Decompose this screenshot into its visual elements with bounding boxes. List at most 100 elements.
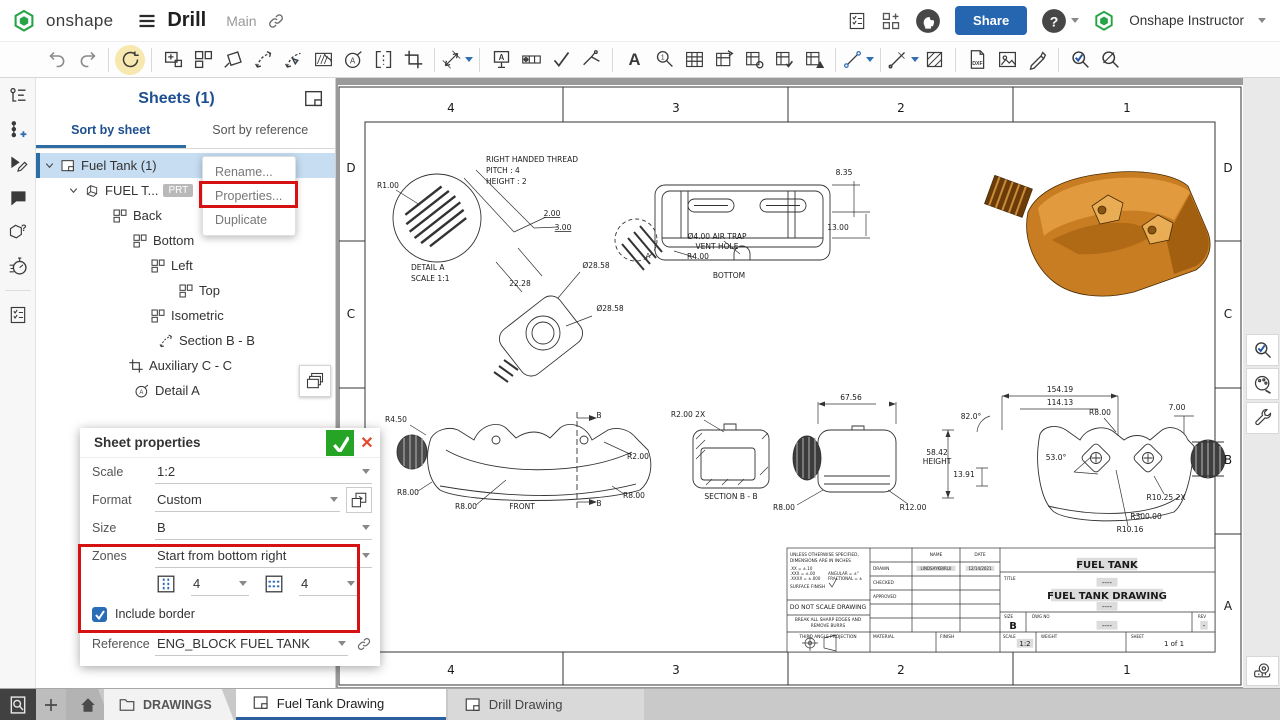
format-select[interactable]: Custom bbox=[155, 488, 340, 512]
add-sheet-icon[interactable] bbox=[303, 88, 325, 110]
dimension-tool-button[interactable] bbox=[441, 45, 473, 75]
cut-list-table-tool-button[interactable] bbox=[799, 45, 829, 75]
versions-and-history-button[interactable] bbox=[8, 120, 28, 140]
hatch-fill-tool-button[interactable] bbox=[919, 45, 949, 75]
zone-columns-icon bbox=[155, 573, 177, 595]
copy-format-button[interactable] bbox=[346, 487, 372, 513]
cancel-button[interactable]: ✕ bbox=[354, 430, 380, 456]
detail-view-tool-button[interactable] bbox=[338, 45, 368, 75]
reference-select[interactable]: ENG_BLOCK FUEL TANK bbox=[155, 632, 348, 656]
projected-view-tool-button[interactable] bbox=[188, 45, 218, 75]
measure-button[interactable] bbox=[1246, 656, 1279, 686]
comments-button[interactable] bbox=[8, 188, 28, 208]
tab-sort-by-reference[interactable]: Sort by reference bbox=[186, 116, 336, 148]
chevron-down-icon bbox=[362, 553, 370, 558]
table-tool-button[interactable] bbox=[679, 45, 709, 75]
collapse-panel-button[interactable] bbox=[299, 365, 331, 397]
sheet-text: 13.00 bbox=[827, 223, 849, 232]
appearance-button[interactable] bbox=[1246, 368, 1279, 400]
auxiliary-view-icon bbox=[223, 49, 244, 70]
branch-name[interactable]: Main bbox=[226, 13, 256, 29]
section-view-tool-button[interactable] bbox=[248, 45, 278, 75]
text-tool-button[interactable] bbox=[619, 45, 649, 75]
geometric-tolerance-tool-button[interactable] bbox=[516, 45, 546, 75]
sketch-spline-tool-button[interactable] bbox=[1022, 45, 1052, 75]
auxiliary-view-tool-button[interactable] bbox=[218, 45, 248, 75]
app-store-icon[interactable] bbox=[881, 11, 901, 31]
tree-item-section-b-b[interactable]: Section B - B bbox=[36, 328, 335, 353]
drawing-tools-button[interactable] bbox=[1246, 402, 1279, 434]
zone-rows-select[interactable]: 4 bbox=[299, 572, 357, 596]
drawing-canvas[interactable]: 4 3 2 1 4 3 2 1 D C B A D C B A RIGHT HANDED THREAD PITCH… bbox=[336, 78, 1280, 688]
sheet-text: A bbox=[1224, 599, 1233, 613]
text-icon bbox=[624, 49, 645, 70]
link-icon[interactable] bbox=[267, 12, 285, 30]
zones-select[interactable]: Start from bottom right bbox=[155, 544, 372, 568]
chevron-down-icon[interactable] bbox=[866, 57, 874, 62]
crop-view-tool-button[interactable] bbox=[398, 45, 428, 75]
learning-center-icon[interactable] bbox=[915, 8, 941, 34]
note-tool-button[interactable] bbox=[486, 45, 516, 75]
line-style-tool-button[interactable] bbox=[887, 45, 919, 75]
bom-table-tool-button[interactable] bbox=[709, 45, 739, 75]
hole-table-tool-button[interactable] bbox=[739, 45, 769, 75]
sheet-text: R10.25 2X bbox=[1147, 493, 1186, 502]
user-caret-icon[interactable] bbox=[1258, 18, 1266, 23]
tab-sort-by-sheet[interactable]: Sort by sheet bbox=[36, 116, 186, 148]
tab-drill-drawing[interactable]: Drill Drawing bbox=[447, 689, 644, 720]
share-button[interactable]: Share bbox=[955, 6, 1028, 35]
chevron-down-icon[interactable] bbox=[465, 57, 473, 62]
sketch-line-tool-button[interactable] bbox=[842, 45, 874, 75]
tree-item-auxiliary-c-c[interactable]: Auxiliary C - C bbox=[36, 353, 335, 378]
tasks-icon[interactable] bbox=[847, 11, 867, 31]
zone-columns-select[interactable]: 4 bbox=[191, 572, 249, 596]
scale-select[interactable]: 1:2 bbox=[155, 460, 372, 484]
user-menu[interactable]: Onshape Instructor bbox=[1129, 13, 1244, 28]
datum-tool-button[interactable] bbox=[546, 45, 576, 75]
reference-link-icon[interactable] bbox=[356, 636, 372, 652]
edit-in-context-button[interactable] bbox=[8, 154, 28, 174]
include-border-checkbox[interactable] bbox=[92, 606, 107, 622]
menu-item-rename[interactable]: Rename... bbox=[203, 160, 295, 184]
tree-item-label: Isometric bbox=[171, 308, 224, 323]
callout-tool-button[interactable] bbox=[649, 45, 679, 75]
tree-item-detail-a[interactable]: Detail A bbox=[36, 378, 335, 403]
confirm-button[interactable] bbox=[326, 429, 354, 456]
part-help-button[interactable] bbox=[8, 222, 28, 242]
broken-out-section-tool-button[interactable] bbox=[308, 45, 338, 75]
tab-fuel-tank-drawing[interactable]: Fuel Tank Drawing bbox=[235, 689, 446, 720]
checklist-panel-button[interactable] bbox=[8, 305, 28, 325]
tree-item-top[interactable]: Top bbox=[36, 278, 335, 303]
home-tab-button[interactable] bbox=[66, 689, 110, 720]
validate-button[interactable] bbox=[1246, 334, 1279, 366]
offset-section-view-tool-button[interactable] bbox=[278, 45, 308, 75]
expand-chevron-icon[interactable] bbox=[68, 185, 79, 196]
export-dxf-tool-button[interactable] bbox=[962, 45, 992, 75]
expand-chevron-icon[interactable] bbox=[44, 160, 55, 171]
help-caret-icon[interactable] bbox=[1071, 18, 1080, 23]
redo-tool-button[interactable] bbox=[72, 45, 102, 75]
tree-item-isometric[interactable]: Isometric bbox=[36, 303, 335, 328]
show-inspect-tool-button[interactable] bbox=[1065, 45, 1095, 75]
insert-view-tool-button[interactable] bbox=[158, 45, 188, 75]
break-view-tool-button[interactable] bbox=[368, 45, 398, 75]
help-icon[interactable] bbox=[1041, 8, 1067, 34]
size-select[interactable]: B bbox=[155, 516, 372, 540]
surface-finish-tool-button[interactable] bbox=[576, 45, 606, 75]
document-menu-icon[interactable] bbox=[137, 11, 157, 31]
search-tabs-button[interactable] bbox=[0, 689, 36, 720]
add-tab-button[interactable] bbox=[36, 689, 66, 720]
folder-tab-drawings[interactable]: DRAWINGS bbox=[104, 689, 234, 720]
history-timer-button[interactable] bbox=[8, 256, 28, 276]
feature-list-button[interactable] bbox=[8, 86, 28, 106]
tree-item-left[interactable]: Left bbox=[36, 253, 335, 278]
menu-item-duplicate[interactable]: Duplicate bbox=[203, 208, 295, 232]
chevron-down-icon[interactable] bbox=[911, 57, 919, 62]
tree-item-label: FUEL T... bbox=[105, 183, 159, 198]
menu-item-properties[interactable]: Properties... bbox=[203, 184, 295, 208]
insert-image-tool-button[interactable] bbox=[992, 45, 1022, 75]
revision-table-tool-button[interactable] bbox=[769, 45, 799, 75]
hide-inspect-tool-button[interactable] bbox=[1095, 45, 1125, 75]
undo-tool-button[interactable] bbox=[42, 45, 72, 75]
update-views-tool-button[interactable] bbox=[115, 44, 145, 75]
